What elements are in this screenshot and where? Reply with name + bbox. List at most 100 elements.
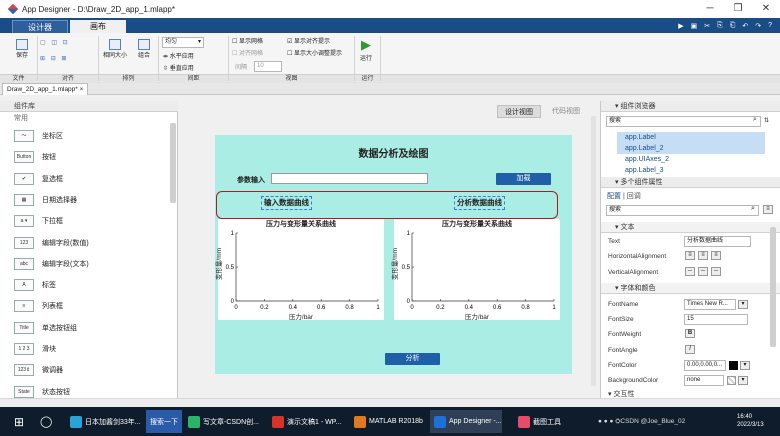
spacing-select[interactable]: 均匀 ▾ — [162, 37, 204, 48]
component-icon: Button — [14, 151, 34, 164]
align-tools[interactable]: ▢ ◫ ⊡ — [40, 39, 70, 46]
run-button[interactable]: ▶ 运行 — [360, 37, 372, 62]
design-view-button[interactable]: 设计视图 — [497, 105, 541, 118]
axes-analysis[interactable]: 压力与变形量关系曲线 0 0.2 0.4 0.6 0.8 1 0 0.5 1 压力/bar 变形… — [392, 219, 560, 321]
sort-icon[interactable]: ⇅ — [764, 117, 769, 124]
color-swatch[interactable] — [729, 361, 738, 370]
component-item[interactable]: 123 编辑字段(数值) — [14, 233, 89, 253]
redo-icon[interactable]: ↷ — [755, 22, 761, 30]
taskbar-item[interactable]: 写文章-CSDN创... — [184, 410, 259, 433]
maximize-button[interactable]: ❐ — [724, 0, 752, 18]
taskbar-item[interactable]: 截图工具 — [514, 410, 561, 433]
group-label-arrange: 排列 — [99, 74, 158, 83]
component-item[interactable]: 123⇕ 微调器 — [14, 360, 63, 380]
component-icon: A — [14, 279, 34, 292]
tab-canvas[interactable]: 画布 — [70, 20, 126, 33]
browser-item[interactable]: app.Label_3 — [617, 165, 765, 176]
horizontal-scrollbar[interactable] — [0, 398, 780, 407]
canvas-scrollbar[interactable] — [591, 116, 596, 386]
props-scrollbar[interactable] — [770, 227, 776, 347]
load-button[interactable]: 加载 — [496, 173, 551, 185]
taskbar-item[interactable]: 日本加酱剑33年... — [66, 410, 141, 433]
browser-item[interactable]: app.UIAxes_2 — [617, 154, 765, 165]
windows-start-icon[interactable]: ⊞ — [10, 410, 24, 433]
snap-grid-checkbox[interactable]: ☐ 对齐网格 — [232, 48, 263, 57]
component-item[interactable]: ✔ 复选框 — [14, 169, 63, 189]
fontsize-input[interactable]: 15 — [684, 314, 748, 325]
taskbar-item[interactable]: 演示文稿1 - WP... — [268, 410, 341, 433]
fontcolor-input[interactable]: 0.00,0.00,0... — [684, 360, 726, 371]
save-button[interactable]: 保存 — [16, 39, 28, 59]
show-align-checkbox[interactable]: ☑ 显示对齐提示 — [287, 36, 330, 45]
chevron-down-icon[interactable]: ▾ — [738, 376, 748, 385]
analysis-data-label[interactable]: 分析数据曲线 — [454, 196, 505, 210]
align-left-icon[interactable]: ≡ — [685, 251, 695, 260]
group-button[interactable]: 组合 — [138, 39, 150, 59]
cut-icon[interactable]: ✂ — [704, 22, 710, 30]
library-scrollbar[interactable] — [170, 123, 176, 203]
chevron-down-icon[interactable]: ▾ — [738, 300, 748, 309]
code-view-button[interactable]: 代码视图 — [545, 105, 587, 118]
clock[interactable]: 16:40 2022/3/13 — [733, 410, 764, 433]
horizontal-apply-button[interactable]: ⇹ 水平应用 — [163, 51, 194, 60]
show-grid-checkbox[interactable]: ☐ 显示网格 — [232, 36, 263, 45]
file-tab[interactable]: Draw_2D_app_1.mlapp* × — [2, 83, 89, 95]
component-item[interactable]: ～ 坐标区 — [14, 126, 63, 146]
input-data-label[interactable]: 输入数据曲线 — [261, 196, 312, 210]
browser-search[interactable]: 搜索 — [606, 116, 761, 127]
app-canvas[interactable]: 数据分析及绘图 参数输入 加载 输入数据曲线 分析数据曲线 压力与变形量关系曲线… — [215, 135, 572, 374]
taskbar-item[interactable]: App Designer -... — [430, 410, 502, 433]
list-view-icon[interactable]: ≡ — [763, 205, 773, 214]
interval-input[interactable]: 10 — [254, 61, 282, 72]
component-item[interactable]: ▦ 日期选择器 — [14, 190, 77, 210]
component-item[interactable]: Button 按钮 — [14, 147, 56, 167]
tab-designer[interactable]: 设计器 — [12, 20, 68, 33]
text-input[interactable]: 分析数据曲线 — [684, 236, 751, 247]
task-view-icon[interactable]: ◯ — [36, 410, 52, 433]
bold-button[interactable]: B — [685, 329, 695, 338]
taskbar-item[interactable]: 搜索一下 — [146, 410, 182, 433]
minimize-button[interactable]: ─ — [696, 0, 724, 18]
save-icon[interactable]: ▣ — [691, 22, 698, 30]
distribute-tools[interactable]: ⊞ ⊟ ⊠ — [40, 55, 68, 62]
align-center-icon[interactable]: ≡ — [698, 251, 708, 260]
undo-icon[interactable]: ↶ — [742, 22, 748, 30]
paste-icon[interactable]: ⎗ — [730, 22, 736, 30]
tab-config[interactable]: 配置 — [607, 191, 621, 201]
italic-button[interactable]: I — [685, 345, 695, 354]
param-input[interactable] — [271, 173, 428, 184]
run-icon[interactable]: ▶ — [678, 22, 683, 30]
component-item[interactable]: A 标签 — [14, 275, 56, 295]
tab-callback[interactable]: | 回调 — [623, 191, 641, 201]
transparent-swatch[interactable] — [727, 376, 736, 385]
fontname-select[interactable]: Times New R... — [684, 299, 736, 310]
chart-svg: 0 0.2 0.4 0.6 0.8 100.51 — [226, 231, 381, 311]
component-item[interactable]: abc 编辑字段(文本) — [14, 254, 89, 274]
component-item[interactable]: ≡ 列表框 — [14, 296, 63, 316]
chevron-down-icon[interactable]: ▾ — [740, 361, 750, 370]
font-section: ▾ 字体和颜色 — [601, 283, 780, 294]
group-icon — [138, 39, 150, 50]
bgcolor-input[interactable]: none — [684, 375, 724, 386]
browser-item[interactable]: app.Label — [617, 132, 765, 143]
component-item[interactable]: Title 单选按钮组 — [14, 318, 77, 338]
props-search[interactable]: 搜索 — [606, 205, 759, 216]
browser-item[interactable]: app.Label_2 — [617, 143, 765, 154]
help-icon[interactable]: ? — [768, 22, 772, 29]
component-label: 日期选择器 — [42, 196, 77, 204]
copy-icon[interactable]: ⎘ — [717, 22, 723, 30]
analyze-button[interactable]: 分析 — [385, 353, 440, 365]
vertical-apply-button[interactable]: ⇳ 垂直应用 — [163, 63, 194, 72]
align-right-icon[interactable]: ≡ — [711, 251, 721, 260]
group-label-view: 视图 — [229, 74, 354, 83]
show-resize-checkbox[interactable]: ☐ 显示大小调整提示 — [287, 48, 342, 57]
component-item[interactable]: 1 2 3 滑块 — [14, 339, 56, 359]
valign-middle-icon[interactable]: ─ — [698, 267, 708, 276]
same-size-button[interactable]: 相同大小 — [103, 39, 127, 59]
taskbar-item[interactable]: MATLAB R2018b — [350, 410, 423, 433]
valign-bottom-icon[interactable]: ─ — [711, 267, 721, 276]
axes-input[interactable]: 压力与变形量关系曲线 0 0.2 0.4 0.6 0.8 1 0 0.5 1 压力/bar 变形… — [216, 219, 384, 321]
close-button[interactable]: ✕ — [752, 0, 780, 18]
valign-top-icon[interactable]: ─ — [685, 267, 695, 276]
component-item[interactable]: a ▾ 下拉框 — [14, 211, 63, 231]
